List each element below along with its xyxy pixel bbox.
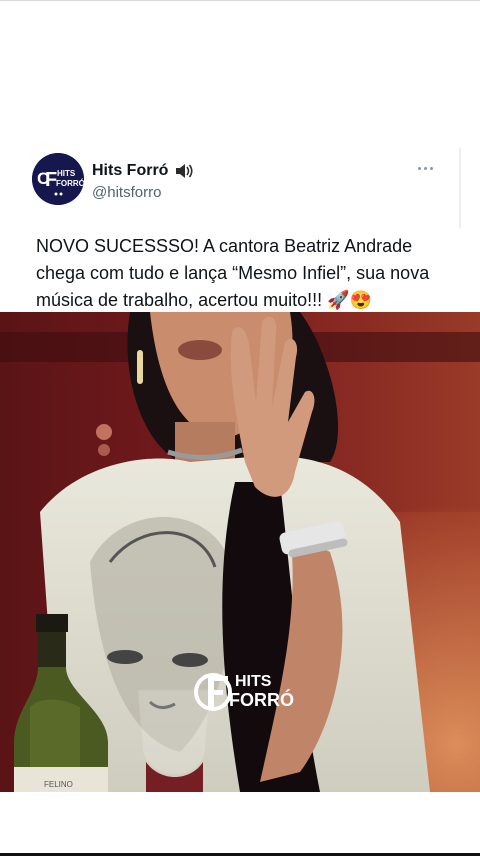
display-name[interactable]: Hits Forró — [92, 162, 168, 180]
side-divider — [459, 148, 461, 228]
top-divider — [0, 0, 480, 1]
ellipsis-dot — [429, 166, 433, 170]
bottle-label: FELINO — [44, 780, 73, 789]
more-options-button[interactable] — [414, 157, 436, 179]
hits-forro-logo: C F HITS FORRÓ — [32, 153, 84, 205]
ellipsis-dot — [423, 166, 427, 170]
tweet-header: C F HITS FORRÓ Hits Forró @hitsforro — [32, 153, 452, 209]
speaker-icon — [174, 162, 194, 180]
avatar-logo-text-2: FORRÓ — [56, 179, 84, 188]
watermark-line-1: HITS — [235, 673, 272, 690]
tweet-media-video[interactable]: FELINO HITS FORRÓ — [0, 312, 480, 792]
name-row: Hits Forró — [92, 160, 194, 182]
tweet-text: NOVO SUCESSSO! A cantora Beatriz Andrade… — [36, 236, 435, 310]
screen: C F HITS FORRÓ Hits Forró @hitsforro NOV… — [0, 0, 480, 856]
video-frame: FELINO HITS FORRÓ — [0, 312, 480, 792]
avatar[interactable]: C F HITS FORRÓ — [32, 153, 84, 205]
avatar-logo-text-1: HITS — [57, 169, 76, 178]
ellipsis-icon — [417, 166, 421, 170]
watermark-line-2: FORRÓ — [229, 689, 294, 710]
user-handle[interactable]: @hitsforro — [92, 184, 161, 201]
